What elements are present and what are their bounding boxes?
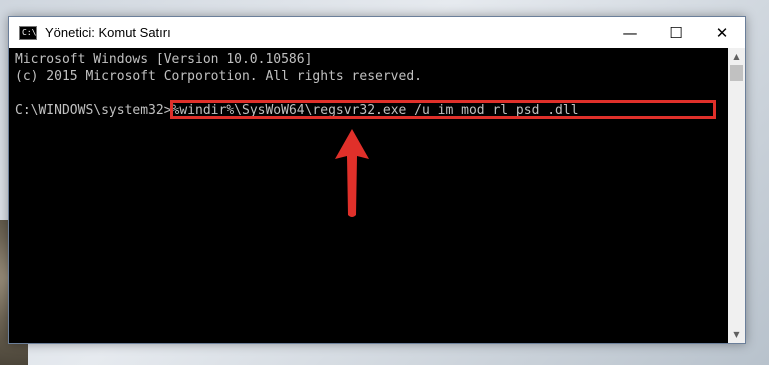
window-title: Yönetici: Komut Satırı [45, 25, 171, 40]
scroll-down-arrow-icon[interactable]: ▼ [728, 326, 745, 343]
command-highlight-box [170, 100, 716, 119]
command-prompt-window[interactable]: C:\ Yönetici: Komut Satırı — ☐ ✕ Microso… [8, 16, 746, 344]
prompt-text: C:\WINDOWS\system32> [15, 103, 172, 118]
maximize-button[interactable]: ☐ [653, 17, 699, 48]
console-line-version: Microsoft Windows [Version 10.0.10586] [15, 52, 313, 67]
cmd-app-icon-text: C:\ [22, 27, 37, 37]
close-button[interactable]: ✕ [699, 17, 745, 48]
cmd-app-icon: C:\ [19, 25, 37, 40]
window-controls: — ☐ ✕ [607, 17, 745, 48]
command-line[interactable]: C:\WINDOWS\system32>%windir%\SysWoW64\re… [15, 100, 728, 119]
red-arrow-icon [335, 129, 369, 217]
console-line-copyright: (c) 2015 Microsoft Corporotion. All righ… [15, 69, 422, 84]
scrollbar-thumb[interactable] [730, 65, 743, 81]
scroll-up-arrow-icon[interactable]: ▲ [728, 48, 745, 65]
minimize-button[interactable]: — [607, 17, 653, 48]
title-bar[interactable]: C:\ Yönetici: Komut Satırı — ☐ ✕ [9, 17, 745, 48]
vertical-scrollbar[interactable]: ▲ ▼ [728, 48, 745, 343]
